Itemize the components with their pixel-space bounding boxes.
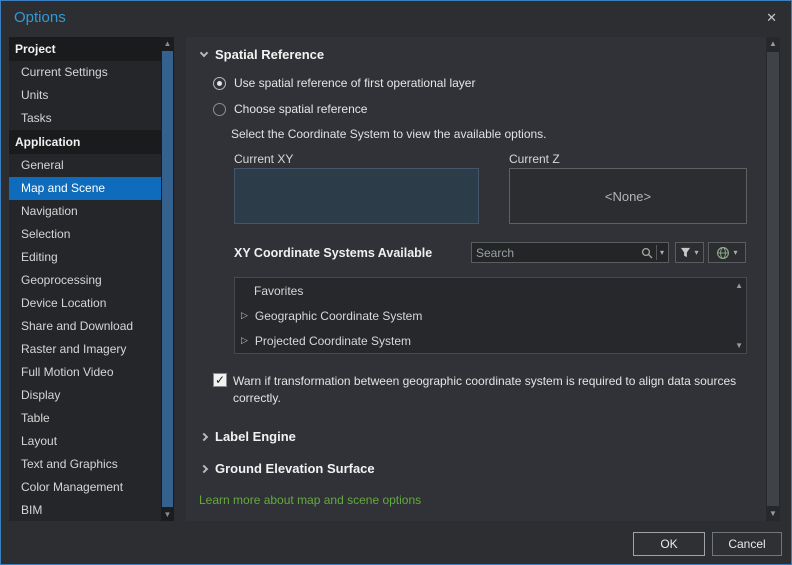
sidebar-item-display[interactable]: Display	[9, 384, 161, 407]
sidebar-scrollbar[interactable]: ▲ ▼	[161, 37, 174, 521]
radio-use-first-layer-label: Use spatial reference of first operation…	[234, 76, 476, 90]
label-engine-title: Label Engine	[215, 429, 296, 444]
chevron-right-icon	[199, 432, 209, 441]
sidebar-item-editing[interactable]: Editing	[9, 246, 161, 269]
sidebar-item-navigation[interactable]: Navigation	[9, 200, 161, 223]
ground-elevation-section-header[interactable]: Ground Elevation Surface	[199, 461, 375, 476]
sidebar-item-units[interactable]: Units	[9, 84, 161, 107]
options-dialog: Options ✕ Project Current Settings Units…	[0, 0, 792, 565]
globe-icon	[717, 246, 730, 259]
sidebar-item-tasks[interactable]: Tasks	[9, 107, 161, 130]
list-item-favorites[interactable]: Favorites	[235, 278, 746, 303]
sidebar-item-selection[interactable]: Selection	[9, 223, 161, 246]
main-scrollbar-thumb[interactable]	[767, 52, 779, 506]
scroll-down-icon[interactable]: ▼	[161, 508, 174, 521]
scroll-up-icon[interactable]: ▲	[766, 37, 780, 51]
chevron-right-icon	[199, 464, 209, 473]
list-item-geographic[interactable]: ▷ Geographic Coordinate System	[235, 303, 746, 328]
sidebar-item-color-management[interactable]: Color Management	[9, 476, 161, 499]
coordinate-system-hint: Select the Coordinate System to view the…	[231, 127, 547, 141]
sidebar-item-general[interactable]: General	[9, 154, 161, 177]
radio-choose-spatial-reference[interactable]: Choose spatial reference	[213, 102, 367, 116]
scroll-down-icon[interactable]: ▼	[735, 341, 743, 350]
coordinate-system-list: Favorites ▷ Geographic Coordinate System…	[234, 277, 747, 354]
sidebar-item-layout[interactable]: Layout	[9, 430, 161, 453]
warn-transformation-row: ✓ Warn if transformation between geograp…	[213, 373, 775, 408]
current-z-label: Current Z	[509, 152, 560, 166]
sidebar-item-geoprocessing[interactable]: Geoprocessing	[9, 269, 161, 292]
chevron-down-icon	[199, 48, 209, 58]
ground-elevation-title: Ground Elevation Surface	[215, 461, 375, 476]
scroll-down-icon[interactable]: ▼	[766, 507, 780, 521]
list-item-label: Favorites	[254, 283, 304, 298]
radio-unselected-icon[interactable]	[213, 102, 226, 116]
list-item-label: Projected Coordinate System	[254, 333, 411, 348]
radio-selected-icon[interactable]	[213, 76, 226, 90]
spatial-reference-section-header[interactable]: Spatial Reference	[199, 47, 325, 62]
sidebar-item-map-and-scene[interactable]: Map and Scene	[9, 177, 161, 200]
sidebar-item-bim[interactable]: BIM	[9, 499, 161, 521]
learn-more-link[interactable]: Learn more about map and scene options	[199, 493, 421, 507]
filter-button[interactable]: ▾	[675, 242, 704, 263]
label-engine-section-header[interactable]: Label Engine	[199, 429, 296, 444]
filter-funnel-icon	[681, 247, 691, 258]
close-icon[interactable]: ✕	[766, 10, 777, 26]
options-main-panel: Spatial Reference Use spatial reference …	[186, 37, 766, 521]
current-z-value: <None>	[604, 188, 652, 204]
sidebar-item-share-and-download[interactable]: Share and Download	[9, 315, 161, 338]
cancel-button[interactable]: Cancel	[712, 532, 782, 556]
options-sidebar: Project Current Settings Units Tasks App…	[9, 37, 161, 521]
current-xy-label: Current XY	[234, 152, 294, 166]
scroll-up-icon[interactable]: ▲	[735, 281, 743, 290]
sidebar-item-raster-and-imagery[interactable]: Raster and Imagery	[9, 338, 161, 361]
filter-dropdown-icon: ▾	[694, 247, 699, 257]
sidebar-item-table[interactable]: Table	[9, 407, 161, 430]
search-icon	[641, 247, 653, 258]
spatial-reference-title: Spatial Reference	[215, 47, 325, 62]
sidebar-section-application: Application	[9, 130, 161, 154]
sidebar-item-full-motion-video[interactable]: Full Motion Video	[9, 361, 161, 384]
divider	[655, 245, 657, 260]
radio-use-first-layer[interactable]: Use spatial reference of first operation…	[213, 76, 475, 90]
dialog-title: Options	[14, 9, 66, 26]
current-z-box: <None>	[509, 168, 747, 224]
xy-systems-heading: XY Coordinate Systems Available	[234, 246, 433, 260]
current-xy-box	[234, 168, 479, 224]
globe-dropdown-icon: ▾	[733, 247, 738, 257]
search-input[interactable]	[476, 245, 641, 260]
scroll-up-icon[interactable]: ▲	[161, 37, 174, 50]
sidebar-section-project: Project	[9, 37, 161, 61]
ok-button[interactable]: OK	[633, 532, 705, 556]
warn-checkbox-label: Warn if transformation between geographi…	[233, 374, 737, 406]
main-scrollbar[interactable]: ▲ ▼	[766, 37, 780, 521]
sidebar-scrollbar-thumb[interactable]	[162, 51, 173, 507]
expand-triangle-icon[interactable]: ▷	[241, 336, 248, 345]
list-item-projected[interactable]: ▷ Projected Coordinate System	[235, 328, 746, 353]
globe-button[interactable]: ▾	[708, 242, 746, 263]
sidebar-item-text-and-graphics[interactable]: Text and Graphics	[9, 453, 161, 476]
expand-triangle-icon[interactable]: ▷	[241, 311, 248, 320]
sidebar-item-device-location[interactable]: Device Location	[9, 292, 161, 315]
radio-choose-label: Choose spatial reference	[234, 102, 368, 116]
sidebar-item-current-settings[interactable]: Current Settings	[9, 61, 161, 84]
search-dropdown-icon[interactable]: ▾	[660, 248, 664, 257]
list-item-label: Geographic Coordinate System	[254, 308, 423, 323]
search-box: ▾	[471, 242, 669, 263]
title-bar: Options ✕	[1, 1, 791, 35]
warn-checkbox[interactable]: ✓	[213, 373, 227, 387]
